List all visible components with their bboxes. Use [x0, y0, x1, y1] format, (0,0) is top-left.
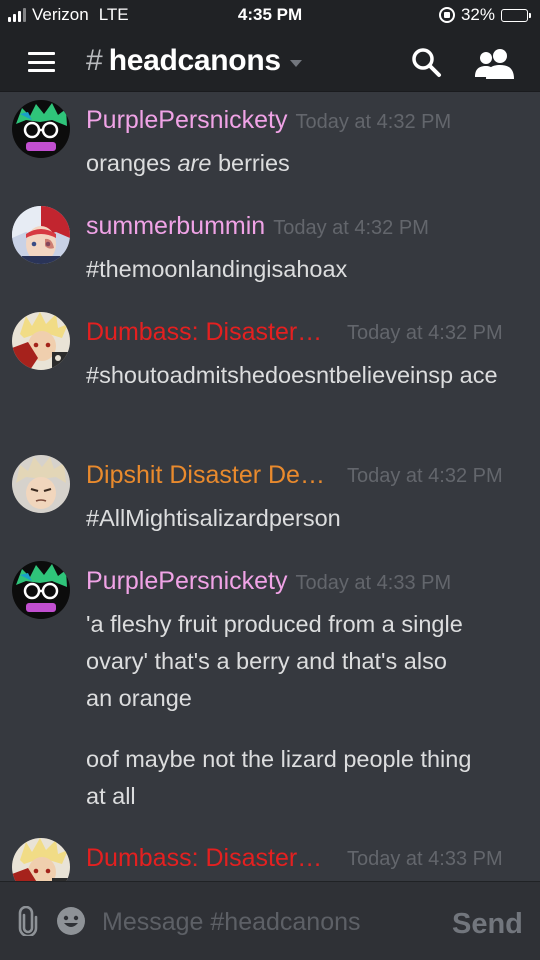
- timestamp: Today at 4:33 PM: [347, 848, 503, 870]
- message-text: #AllMightisalizardperson: [86, 505, 341, 531]
- battery-icon: [501, 8, 531, 22]
- avatar[interactable]: [12, 561, 70, 619]
- message-text: 'a fleshy fruit produced from a single o…: [86, 611, 463, 711]
- message-meta: PurplePersnickety Today at 4:32 PM: [86, 106, 451, 135]
- author-name[interactable]: PurplePersnickety: [86, 567, 287, 596]
- chevron-down-icon: [289, 59, 302, 67]
- author-name[interactable]: Dumbass: Disaster…: [86, 318, 322, 347]
- avatar[interactable]: [12, 455, 70, 513]
- message-text: oranges are berries: [86, 145, 526, 182]
- message-text: #shoutoadmitshedoesntbelieveinsp ace: [86, 362, 498, 388]
- emoji-icon[interactable]: [56, 906, 86, 936]
- message-meta: Dipshit Disaster De…: [86, 461, 325, 490]
- send-button[interactable]: Send: [452, 908, 523, 941]
- message-meta: summerbummin Today at 4:32 PM: [86, 212, 429, 241]
- timestamp: Today at 4:33 PM: [295, 572, 452, 594]
- avatar[interactable]: [12, 312, 70, 370]
- channel-header: # headcanons: [0, 32, 540, 92]
- search-icon[interactable]: [410, 46, 444, 80]
- timestamp: Today at 4:32 PM: [295, 111, 452, 133]
- hash-symbol: #: [86, 44, 103, 77]
- message-meta: Dumbass: Disaster…: [86, 844, 322, 873]
- avatar[interactable]: [12, 838, 70, 881]
- battery-percent: 32%: [460, 5, 495, 24]
- timestamp: Today at 4:32 PM: [273, 217, 429, 239]
- hamburger-menu-icon[interactable]: [28, 52, 55, 72]
- channel-name: headcanons: [108, 44, 281, 77]
- message-text: #themoonlandingisahoax: [86, 256, 348, 282]
- message-text: oof maybe not the lizard people thing at…: [86, 746, 472, 809]
- message-text-part: berries: [211, 150, 290, 176]
- status-right: 32%: [438, 5, 531, 25]
- message-meta: Dumbass: Disaster…: [86, 318, 322, 347]
- message-meta: PurplePersnickety Today at 4:33 PM: [86, 567, 451, 596]
- rotation-lock-icon: [438, 7, 455, 23]
- author-name[interactable]: Dumbass: Disaster…: [86, 844, 322, 873]
- avatar[interactable]: [12, 100, 70, 158]
- message-text-part: oranges: [86, 150, 178, 176]
- status-bar: Verizon LTE 4:35 PM 32%: [0, 0, 540, 32]
- paperclip-icon[interactable]: [16, 905, 40, 938]
- author-name[interactable]: Dipshit Disaster De…: [86, 461, 325, 490]
- message-input[interactable]: [102, 902, 432, 942]
- avatar[interactable]: [12, 206, 70, 264]
- author-name[interactable]: PurplePersnickety: [86, 106, 287, 135]
- message-text-emphasis: are: [177, 150, 212, 176]
- timestamp: Today at 4:32 PM: [347, 465, 503, 487]
- members-icon[interactable]: [474, 46, 516, 80]
- message-composer: Send: [0, 881, 540, 960]
- message-list[interactable]: PurplePersnickety Today at 4:32 PM orang…: [0, 92, 540, 881]
- timestamp: Today at 4:32 PM: [347, 322, 503, 344]
- channel-title[interactable]: # headcanons: [86, 44, 302, 78]
- author-name[interactable]: summerbummin: [86, 212, 265, 241]
